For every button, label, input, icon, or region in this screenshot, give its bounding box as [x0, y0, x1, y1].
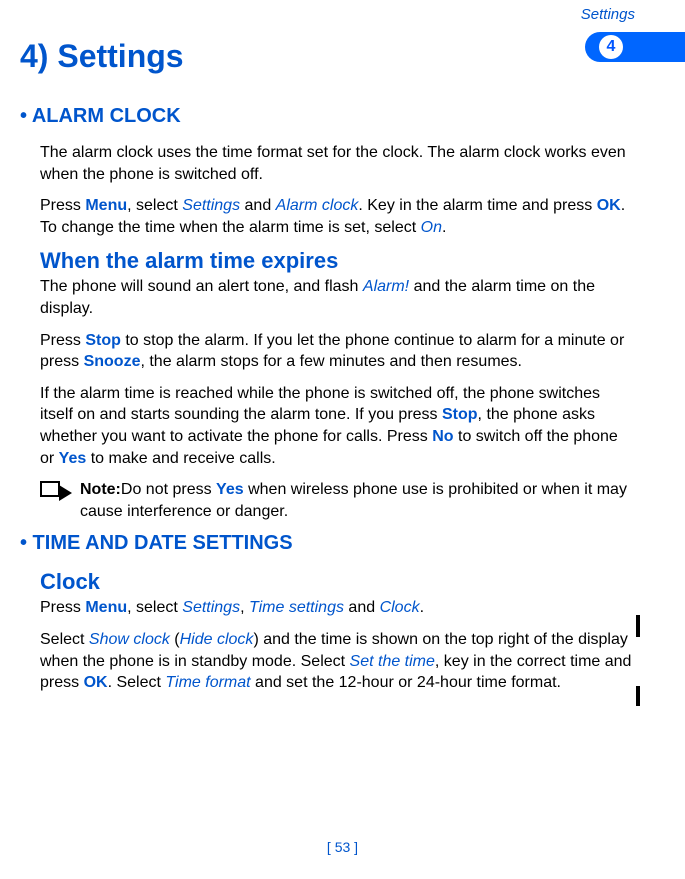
ui-option-clock: Clock — [380, 599, 420, 616]
change-bar — [636, 686, 640, 706]
page-number: [ 53 ] — [0, 839, 685, 855]
ui-option-alarm-clock: Alarm clock — [276, 197, 359, 214]
ui-key-no: No — [432, 428, 453, 445]
ui-key-stop: Stop — [85, 332, 121, 349]
ui-option-settings: Settings — [182, 197, 240, 214]
chapter-number-badge: 4 — [599, 35, 623, 59]
ui-option-time-settings: Time settings — [249, 599, 344, 616]
ui-key-menu: Menu — [85, 197, 127, 214]
ui-key-ok: OK — [597, 197, 621, 214]
body-text: The alarm clock uses the time format set… — [40, 142, 635, 185]
ui-option-hide-clock: Hide clock — [180, 631, 254, 648]
change-bar — [636, 615, 640, 637]
ui-key-menu: Menu — [85, 599, 127, 616]
ui-option-set-the-time: Set the time — [350, 653, 435, 670]
chapter-title: 4) Settings — [20, 38, 635, 75]
ui-option-on: On — [421, 219, 442, 236]
ui-key-stop: Stop — [442, 406, 478, 423]
chapter-tab: 4 — [585, 32, 685, 62]
note-block: Note:Do not press Yes when wireless phon… — [40, 479, 635, 522]
ui-key-yes: Yes — [59, 450, 87, 467]
section-time-date: • TIME AND DATE SETTINGS — [20, 532, 635, 555]
ui-key-ok: OK — [84, 674, 108, 691]
subsection-clock: Clock — [40, 569, 635, 595]
page-content: 4) Settings • ALARM CLOCK The alarm cloc… — [0, 0, 685, 694]
subsection-alarm-expires: When the alarm time expires — [40, 248, 635, 274]
ui-text-alarm: Alarm! — [363, 278, 409, 295]
ui-option-settings: Settings — [182, 599, 240, 616]
body-text: Press Menu, select Settings, Time settin… — [40, 597, 635, 619]
note-icon — [40, 479, 80, 503]
ui-option-show-clock: Show clock — [89, 631, 170, 648]
ui-key-snooze: Snooze — [84, 353, 141, 370]
note-text: Note:Do not press Yes when wireless phon… — [80, 479, 635, 522]
section-alarm-clock: • ALARM CLOCK — [20, 105, 635, 128]
body-text: If the alarm time is reached while the p… — [40, 383, 635, 469]
ui-option-time-format: Time format — [165, 674, 250, 691]
running-header: Settings — [581, 6, 635, 23]
body-text: The phone will sound an alert tone, and … — [40, 276, 635, 319]
ui-key-yes: Yes — [216, 481, 244, 498]
body-text: Press Stop to stop the alarm. If you let… — [40, 330, 635, 373]
body-text: Select Show clock (Hide clock) and the t… — [40, 629, 635, 694]
body-text: Press Menu, select Settings and Alarm cl… — [40, 195, 635, 238]
